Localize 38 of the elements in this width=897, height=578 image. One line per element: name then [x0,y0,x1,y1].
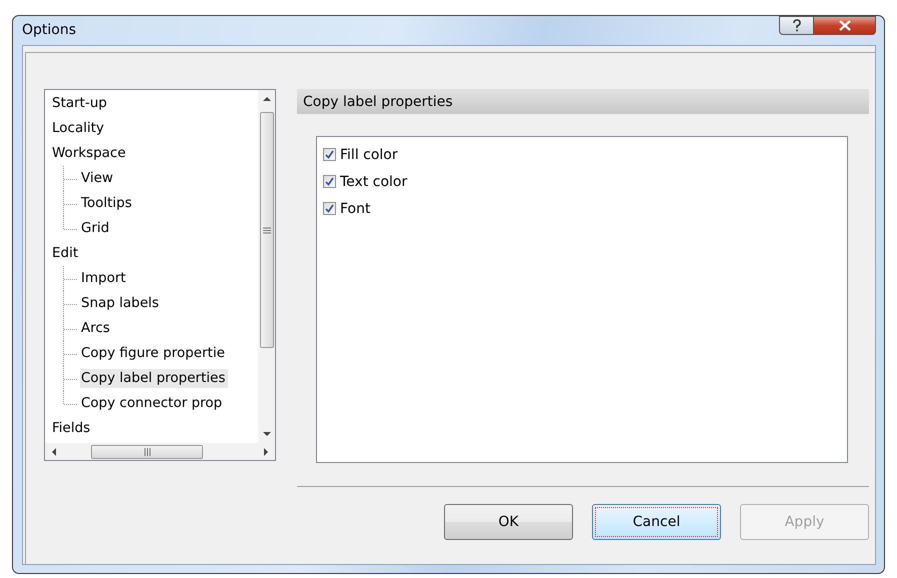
checkbox[interactable] [323,175,336,188]
tree-item[interactable]: Tooltips [80,194,135,213]
tree-item[interactable]: Edit [51,244,82,263]
grip-icon [144,448,150,456]
checkbox[interactable] [323,202,336,215]
tree-item[interactable]: Snap labels [80,294,162,313]
window-title: Options [22,22,76,38]
tree-item[interactable]: Import [80,269,129,288]
tree-item[interactable]: Copy connector prop [80,394,226,413]
tree-item[interactable]: Fields [51,419,94,438]
scroll-thumb[interactable] [91,444,203,458]
close-button[interactable] [814,16,876,35]
right-arrow-icon [263,448,269,456]
tree-item[interactable]: View [80,169,116,188]
close-icon [838,20,852,31]
checkbox-label[interactable]: Font [340,200,370,216]
tree-item[interactable]: Start-up [51,94,110,113]
tree-item[interactable]: Workspace [51,144,129,163]
dialog-button[interactable]: Cancel [592,504,721,540]
tree-item[interactable]: Grid [80,219,112,238]
scroll-thumb[interactable] [260,112,274,348]
up-arrow-icon [262,96,270,102]
help-button[interactable] [779,16,814,35]
checkbox-label[interactable]: Fill color [340,146,398,162]
vertical-scrollbar[interactable] [258,90,275,443]
help-icon [790,18,802,32]
tree-item[interactable]: Arcs [80,319,113,338]
horizontal-scrollbar[interactable] [45,443,275,460]
panel-header: Copy label properties [297,89,869,114]
grip-icon [262,226,270,234]
checkbox[interactable] [323,148,336,161]
down-arrow-icon [262,431,270,437]
tree-item[interactable]: Copy figure propertie [80,344,228,363]
left-arrow-icon [51,448,57,456]
tree-item[interactable]: Copy label properties [80,369,228,388]
checkbox-label[interactable]: Text color [340,174,408,190]
tree-item[interactable]: Locality [51,119,108,138]
dialog-button[interactable]: OK [444,504,573,540]
